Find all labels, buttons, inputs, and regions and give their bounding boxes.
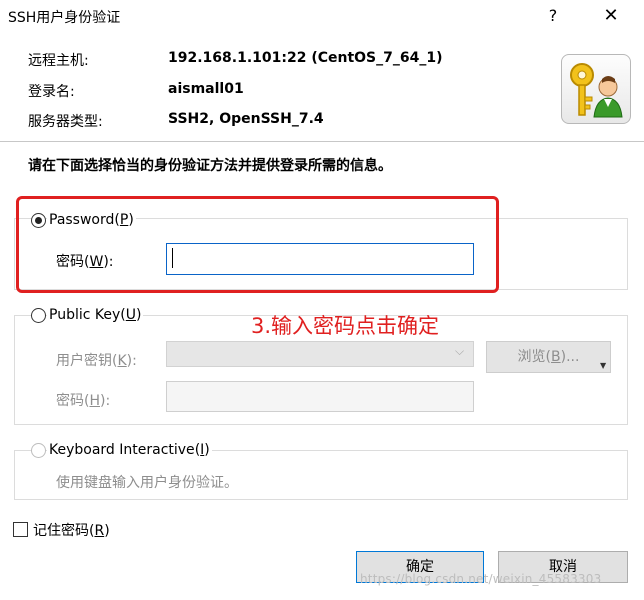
dropdown-arrow-icon: ▼	[600, 361, 607, 370]
annotation-text: 3.输入密码点击确定	[251, 314, 440, 338]
keyboard-interactive-description: 使用键盘输入用户身份验证。	[56, 475, 238, 491]
public-key-radio[interactable]	[31, 308, 46, 323]
annotation-highlight-box	[16, 196, 499, 293]
help-button[interactable]: ?	[538, 1, 568, 31]
passphrase-label: 密码(H):	[56, 393, 111, 409]
user-key-select[interactable]	[166, 341, 474, 367]
remember-password-checkbox[interactable]	[13, 522, 28, 537]
remote-host-value: 192.168.1.101:22 (CentOS_7_64_1)	[168, 50, 443, 66]
remember-password-label[interactable]: 记住密码(R)	[33, 520, 110, 540]
watermark: https://blog.csdn.net/weixin_45583303	[360, 572, 602, 586]
user-key-icon	[561, 54, 631, 124]
passphrase-input[interactable]	[166, 381, 474, 412]
login-name-value: aismall01	[168, 81, 244, 97]
login-name-label: 登录名:	[28, 84, 75, 100]
keyboard-interactive-radio-label[interactable]: Keyboard Interactive(I)	[47, 442, 212, 458]
browse-button[interactable]: 浏览(B)...	[486, 341, 611, 373]
public-key-radio-label[interactable]: Public Key(U)	[47, 307, 144, 323]
instruction-text: 请在下面选择恰当的身份验证方法并提供登录所需的信息。	[28, 158, 392, 174]
server-type-value: SSH2, OpenSSH_7.4	[168, 111, 324, 127]
user-key-label: 用户密钥(K):	[56, 353, 137, 369]
key-user-icon	[570, 63, 623, 118]
window-title: SSH用户身份验证	[8, 10, 121, 26]
remote-host-label: 远程主机:	[28, 53, 89, 69]
server-type-label: 服务器类型:	[28, 114, 103, 130]
keyboard-interactive-radio[interactable]	[31, 443, 46, 458]
close-button[interactable]: ✕	[596, 1, 626, 31]
header-separator	[0, 141, 644, 142]
chevron-down-icon: ⌵	[455, 344, 465, 358]
